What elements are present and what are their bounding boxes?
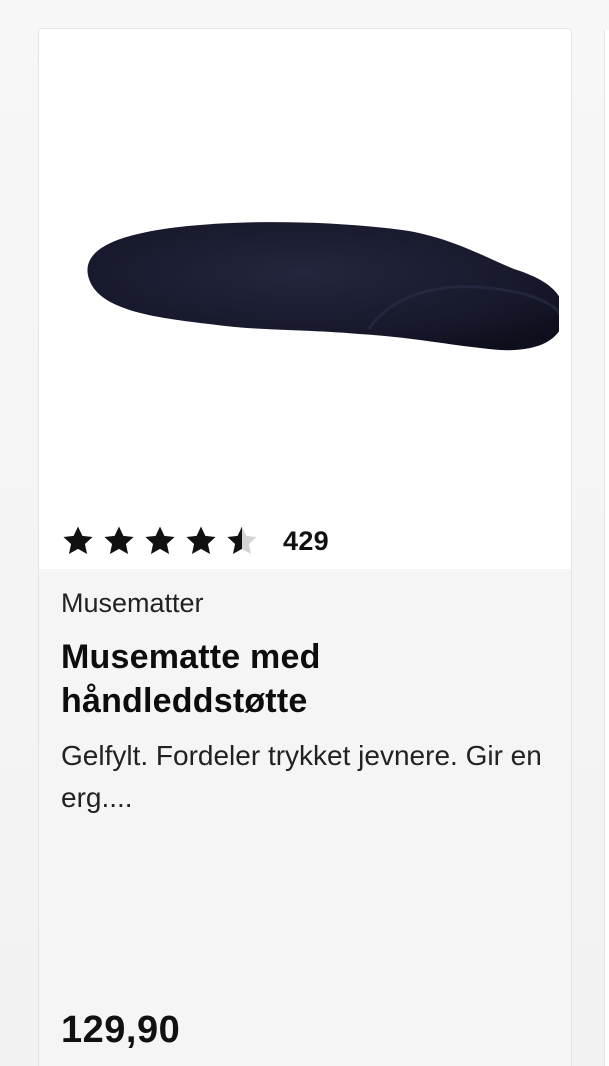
star-rating xyxy=(61,524,259,558)
product-image-area[interactable]: 429 xyxy=(39,29,571,569)
product-list-page: 429 Musematter Musematte med håndleddstø… xyxy=(0,0,609,1066)
product-category: Musematter xyxy=(61,588,204,618)
product-card[interactable]: 429 Musematter Musematte med håndleddstø… xyxy=(38,28,572,1066)
product-info: Musematter Musematte med håndleddstøtte … xyxy=(39,569,571,1066)
next-product-card[interactable] xyxy=(604,30,609,1066)
star-half-icon xyxy=(227,526,257,555)
product-description: Gelfylt. Fordeler trykket jevnere. Gir e… xyxy=(61,740,542,813)
review-count: 429 xyxy=(283,525,329,556)
product-image xyxy=(87,222,559,351)
product-price: 129,90 xyxy=(61,1009,181,1051)
product-title[interactable]: Musematte med håndleddstøtte xyxy=(61,635,549,723)
star-filled-icon xyxy=(104,526,134,555)
star-filled-icon xyxy=(63,526,93,555)
star-filled-icon xyxy=(186,526,216,555)
star-filled-icon xyxy=(145,526,175,555)
rating[interactable]: 429 xyxy=(61,523,329,559)
